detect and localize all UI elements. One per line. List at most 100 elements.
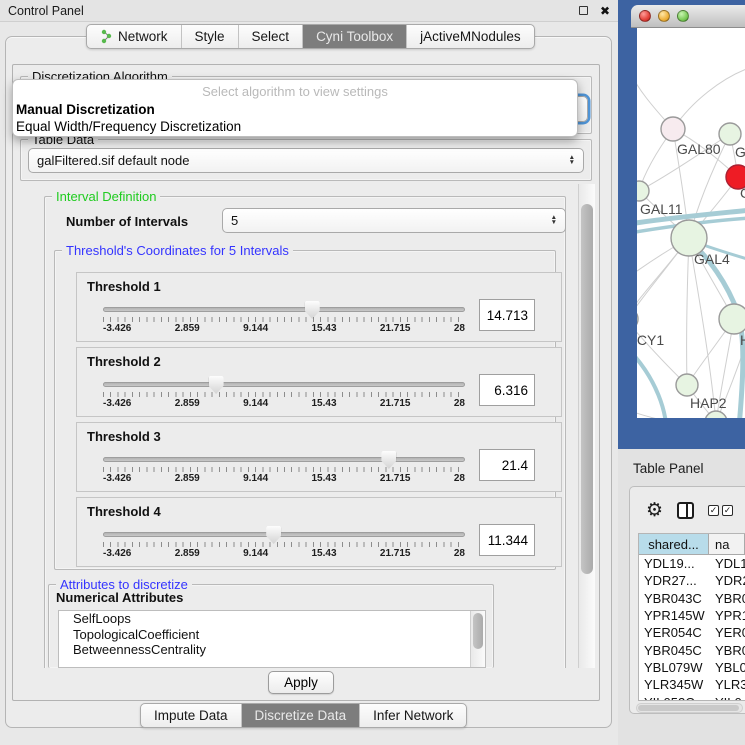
- table-row[interactable]: YLR345WYLR3: [639, 676, 745, 693]
- algorithm-option-equal-width[interactable]: Equal Width/Frequency Discretization: [13, 118, 577, 135]
- table-data-combo[interactable]: galFiltered.sif default node ▲▼: [28, 148, 584, 173]
- threshold-2-ticks: [103, 392, 465, 397]
- node: [719, 304, 745, 334]
- table-panel-toolbar: ⚙ ✓ ✓: [630, 495, 745, 525]
- num-intervals-combo[interactable]: 5 ▲▼: [222, 208, 566, 233]
- threshold-1-value-field[interactable]: [479, 299, 535, 331]
- tab-cyni-toolbox[interactable]: Cyni Toolbox: [303, 25, 407, 48]
- table-data-combo-value: galFiltered.sif default node: [37, 153, 569, 168]
- threshold-1-label: Threshold 1: [87, 279, 161, 294]
- list-item[interactable]: SelfLoops: [59, 611, 485, 627]
- node-label: GCY1: [637, 332, 664, 348]
- tab-select-label: Select: [252, 29, 290, 44]
- numerical-attributes-list[interactable]: SelfLoops TopologicalCoefficient Between…: [58, 610, 486, 668]
- node-label: GAL11: [640, 201, 683, 217]
- threshold-1-tick-labels: -3.426 2.859 9.144 15.43 21.715 28: [103, 323, 465, 334]
- tab-style-label: Style: [195, 29, 225, 44]
- node: [637, 181, 649, 201]
- tab-infer-network[interactable]: Infer Network: [360, 704, 466, 727]
- threshold-1-slider[interactable]: [103, 307, 465, 312]
- table-horizontal-scrollbar[interactable]: [636, 703, 743, 713]
- threshold-4-slider[interactable]: [103, 532, 465, 537]
- threshold-1-ticks: [103, 317, 465, 322]
- threshold-4-module: Threshold 4 -3.426 2.859 9.144 15.43 21.…: [76, 497, 562, 567]
- threshold-4-value-field[interactable]: [479, 524, 535, 556]
- node-attribute-table[interactable]: shared... na YDL19...YDL1 YDR27...YDR2 Y…: [638, 533, 745, 701]
- tab-select[interactable]: Select: [239, 25, 304, 48]
- network-icon: [100, 29, 113, 44]
- node: [719, 123, 741, 145]
- threshold-3-tick-labels: -3.426 2.859 9.144 15.43 21.715 28: [103, 473, 465, 484]
- attributes-list-scrollbar[interactable]: [470, 611, 485, 667]
- column-header-shared-name[interactable]: shared...: [639, 534, 709, 554]
- threshold-2-slider[interactable]: [103, 382, 465, 387]
- tab-network-label: Network: [118, 29, 168, 44]
- zoom-traffic-light-icon[interactable]: [677, 10, 689, 22]
- apply-button[interactable]: Apply: [268, 671, 334, 694]
- table-panel: ⚙ ✓ ✓ shared... na YDL19...YDL1 YDR27...…: [629, 486, 745, 714]
- list-item[interactable]: BetweennessCentrality: [59, 642, 485, 658]
- table-row[interactable]: YDL19...YDL1: [639, 555, 745, 572]
- table-row[interactable]: YBR045CYBR0: [639, 641, 745, 658]
- table-row[interactable]: YER054CYER0: [639, 624, 745, 641]
- threshold-3-slider[interactable]: [103, 457, 465, 462]
- node: [661, 117, 685, 141]
- control-panel-titlebar: Control Panel ✖: [0, 0, 618, 22]
- network-canvas[interactable]: GAL80 GAL11 GAL4 GCY1 HAP2 GA C H: [637, 28, 745, 418]
- network-nodes[interactable]: [637, 117, 745, 418]
- spinner-arrows-icon: ▲▼: [569, 156, 575, 164]
- float-window-icon[interactable]: [579, 6, 588, 15]
- threshold-2-value-field[interactable]: [479, 374, 535, 406]
- gear-icon[interactable]: ⚙: [646, 501, 663, 520]
- threshold-3-ticks: [103, 467, 465, 472]
- algorithm-popup-prompt: Select algorithm to view settings: [13, 82, 577, 101]
- tab-impute-data[interactable]: Impute Data: [141, 704, 242, 727]
- column-header-name[interactable]: na: [709, 534, 745, 554]
- list-item[interactable]: TopologicalCoefficient: [59, 627, 485, 643]
- close-traffic-light-icon[interactable]: [639, 10, 651, 22]
- control-panel-tabs: Network Style Select Cyni Toolbox jActiv…: [86, 24, 535, 49]
- numerical-attributes-label: Numerical Attributes: [56, 590, 183, 605]
- threshold-2-tick-labels: -3.426 2.859 9.144 15.43 21.715 28: [103, 398, 465, 409]
- table-row[interactable]: YDR27...YDR2: [639, 572, 745, 589]
- spinner-arrows-icon: ▲▼: [551, 216, 557, 224]
- node-label: GAL4: [694, 251, 730, 267]
- tab-discretize-data[interactable]: Discretize Data: [242, 704, 361, 727]
- algorithm-option-manual[interactable]: Manual Discretization: [13, 101, 577, 118]
- split-columns-icon[interactable]: [677, 502, 694, 519]
- table-row[interactable]: YIL052CYIL0: [639, 693, 745, 701]
- tab-infer-network-label: Infer Network: [373, 708, 453, 723]
- table-panel-title: Table Panel: [633, 461, 704, 476]
- tab-impute-data-label: Impute Data: [154, 708, 228, 723]
- table-header-row: shared... na: [639, 534, 745, 555]
- node-label: HAP2: [690, 395, 727, 411]
- interval-definition-title: Interval Definition: [52, 189, 160, 204]
- tab-style[interactable]: Style: [182, 25, 239, 48]
- settings-vertical-scrollbar[interactable]: [578, 184, 595, 668]
- checked-checkbox-icon[interactable]: ✓: [722, 505, 733, 516]
- discretize-bottom-tabs: Impute Data Discretize Data Infer Networ…: [140, 703, 467, 728]
- num-intervals-label: Number of Intervals: [66, 214, 188, 229]
- table-row[interactable]: YBR043CYBR0: [639, 590, 745, 607]
- threshold-4-tick-labels: -3.426 2.859 9.144 15.43 21.715 28: [103, 548, 465, 559]
- minimize-traffic-light-icon[interactable]: [658, 10, 670, 22]
- threshold-4-label: Threshold 4: [87, 504, 161, 519]
- algorithm-dropdown-popup: Select algorithm to view settings Manual…: [12, 79, 578, 137]
- checked-checkbox-icon[interactable]: ✓: [708, 505, 719, 516]
- column-checkbox-group: ✓ ✓: [708, 505, 733, 516]
- node-label: GAL80: [677, 141, 721, 157]
- threshold-2-module: Threshold 2 -3.426 2.859 9.144 15.43 21.…: [76, 347, 562, 417]
- network-window-titlebar[interactable]: [631, 5, 745, 28]
- tab-discretize-data-label: Discretize Data: [255, 708, 347, 723]
- network-graph: GAL80 GAL11 GAL4 GCY1 HAP2 GA C H: [637, 28, 745, 418]
- tab-jactivemnodules[interactable]: jActiveMNodules: [407, 25, 534, 48]
- threshold-3-value-field[interactable]: [479, 449, 535, 481]
- control-panel-title: Control Panel: [8, 4, 84, 18]
- close-icon[interactable]: ✖: [600, 5, 610, 17]
- table-row[interactable]: YPR145WYPR1: [639, 607, 745, 624]
- node: [637, 308, 638, 330]
- threshold-3-label: Threshold 3: [87, 429, 161, 444]
- tab-jactivemnodules-label: jActiveMNodules: [420, 29, 521, 44]
- table-row[interactable]: YBL079WYBL0: [639, 659, 745, 676]
- tab-network[interactable]: Network: [87, 25, 182, 48]
